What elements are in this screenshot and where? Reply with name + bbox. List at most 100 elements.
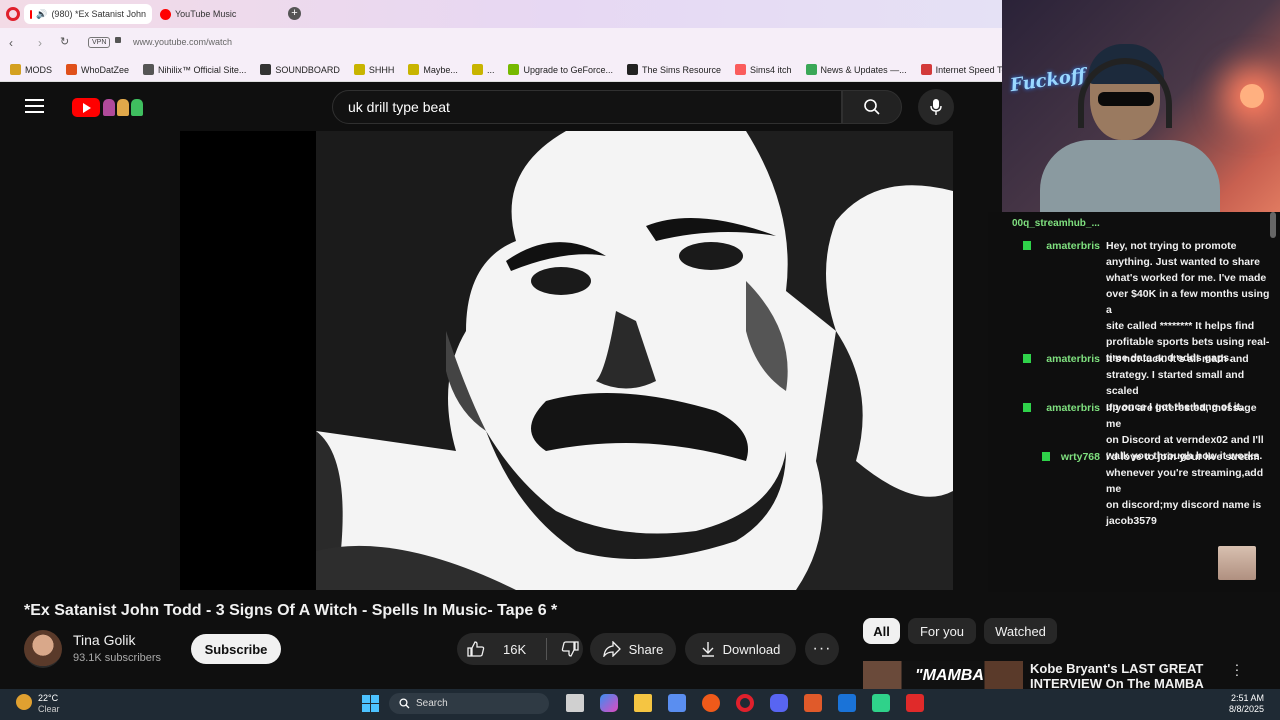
webcam-lamp (1240, 84, 1264, 108)
recorder-icon[interactable] (906, 694, 924, 712)
bookmark-favicon-icon (66, 64, 77, 75)
taskbar-app-icons (566, 694, 924, 712)
bookmark-item[interactable]: Nihilix™ Official Site... (143, 64, 246, 75)
youtube-icon (30, 9, 33, 19)
share-icon (602, 641, 621, 657)
chip-for-you[interactable]: For you (908, 618, 976, 644)
search-input[interactable]: uk drill type beat (332, 90, 842, 124)
hamburger-menu-icon[interactable] (25, 99, 44, 113)
bookmark-item[interactable]: Upgrade to GeForce... (508, 64, 613, 75)
bookmark-favicon-icon (10, 64, 21, 75)
speaker-icon[interactable]: 🔊 (36, 9, 47, 20)
vpn-badge[interactable]: VPN (88, 37, 111, 48)
search-button[interactable] (842, 90, 902, 124)
youtube-play-icon (72, 97, 100, 117)
bookmark-item[interactable]: WhoDatZee (66, 64, 129, 75)
chip-all[interactable]: All (863, 618, 900, 644)
webcam-overlay: Fuckoff (1002, 0, 1280, 212)
chat-message-text: i'd love to join your live stream wheneve… (1106, 451, 1264, 527)
like-dislike-group: 16K (457, 633, 583, 665)
chat-scrollbar[interactable] (1270, 212, 1276, 238)
video-frame-portrait[interactable] (316, 131, 953, 590)
chat-badge-icon (1023, 403, 1031, 412)
bookmark-favicon-icon (143, 64, 155, 75)
back-icon[interactable]: ‹ (9, 36, 13, 50)
weather-icon[interactable] (16, 694, 32, 710)
voice-search-button[interactable] (918, 89, 954, 125)
youtube-logo[interactable] (72, 97, 158, 117)
bookmark-label: ... (486, 64, 495, 75)
chat-username[interactable]: amaterbris (1037, 400, 1100, 416)
tab-youtube-video[interactable]: 🔊 (980) *Ex Satanist John (24, 4, 152, 24)
share-button[interactable]: Share (590, 633, 676, 665)
bookmark-item[interactable]: Maybe... (408, 64, 458, 75)
bookmark-item[interactable]: SOUNDBOARD (260, 64, 340, 75)
chat-badge-icon (1023, 354, 1031, 363)
stream-chat-panel: amaterbris Hey, not trying to promote anyt… (988, 212, 1280, 592)
taskbar-search-label: Search (416, 698, 448, 709)
system-clock-time[interactable]: 2:51 AM (1231, 693, 1264, 703)
like-count[interactable]: 16K (503, 642, 526, 657)
video-title: *Ex Satanist John Todd - 3 Signs Of A Wi… (24, 602, 558, 619)
weather-temp[interactable]: 22°C (38, 693, 58, 703)
thumbs-up-icon[interactable] (467, 641, 485, 657)
forward-icon[interactable]: › (38, 36, 42, 50)
address-bar-row: ‹ › ↻ VPN www.youtube.com/watch (0, 28, 1002, 58)
copilot-icon[interactable] (600, 694, 618, 712)
twitch-studio-icon[interactable] (872, 694, 890, 712)
chat-username[interactable]: amaterbris (1037, 238, 1100, 254)
office-icon[interactable] (804, 694, 822, 712)
opera-logo-icon[interactable] (6, 7, 20, 21)
brave-icon[interactable] (702, 694, 720, 712)
bookmark-label: Upgrade to GeForce... (523, 64, 613, 75)
opera-taskbar-icon[interactable] (736, 694, 754, 712)
microphone-icon (930, 99, 942, 115)
subscribe-button[interactable]: Subscribe (191, 634, 281, 664)
page-left-gutter (0, 131, 180, 590)
more-actions-button[interactable]: ··· (805, 633, 839, 665)
download-label: Download (722, 641, 781, 657)
chat-username[interactable]: wrty768 (1056, 449, 1100, 465)
channel-name[interactable]: Tina Golik (73, 632, 136, 648)
chat-badge-icon (1041, 452, 1050, 461)
start-windows-icon[interactable] (362, 695, 379, 712)
search-icon (864, 99, 880, 115)
weather-desc[interactable]: Clear (38, 704, 60, 714)
bookmark-favicon-icon (353, 64, 365, 75)
thumbs-down-icon[interactable] (561, 641, 579, 657)
task-view-icon[interactable] (566, 694, 584, 712)
bookmark-item[interactable]: MODS (10, 64, 52, 75)
system-clock-date[interactable]: 8/8/2025 (1229, 704, 1264, 714)
file-explorer-icon[interactable] (634, 694, 652, 712)
microsoft-store-icon[interactable] (668, 694, 686, 712)
bookmark-favicon-icon (508, 64, 520, 75)
bookmark-item[interactable]: The Sims Resource (627, 64, 721, 75)
outlook-icon[interactable] (838, 694, 856, 712)
chat-badge-icon (1023, 241, 1031, 250)
up-next-thumbnail[interactable]: "MAMBA (863, 661, 1023, 689)
bookmark-label: Internet Speed Test... (935, 64, 1002, 75)
bookmark-label: News & Updates —... (820, 64, 907, 75)
chip-watched[interactable]: Watched (984, 618, 1057, 644)
discord-icon[interactable] (770, 694, 788, 712)
bookmark-favicon-icon (627, 64, 638, 75)
bookmark-item[interactable]: SHHH (353, 64, 394, 75)
bookmark-item[interactable]: News & Updates —... (805, 64, 907, 75)
channel-avatar[interactable] (24, 630, 62, 668)
url-field[interactable]: www.youtube.com/watch (133, 37, 232, 47)
up-next-title[interactable]: Kobe Bryant's LAST GREAT INTERVIEW On Th… (1030, 661, 1210, 689)
reload-icon[interactable]: ↻ (60, 35, 69, 48)
bookmark-item[interactable]: Internet Speed Test... (920, 64, 1002, 75)
doodle-figures-icon (103, 98, 143, 116)
bookmarks-bar: MODS WhoDatZee Nihilix™ Official Site... SO… (0, 58, 1002, 82)
up-next-menu-icon[interactable]: · · · (1234, 657, 1240, 681)
new-tab-button[interactable]: + (288, 7, 301, 20)
bookmark-label: SOUNDBOARD (275, 64, 340, 75)
bookmark-item[interactable]: ... (471, 64, 495, 75)
chat-username[interactable]: amaterbris (1037, 351, 1100, 367)
taskbar-search[interactable]: Search (389, 693, 549, 714)
download-button[interactable]: Download (685, 633, 796, 665)
download-icon (701, 642, 714, 657)
bookmark-item[interactable]: Sims4 itch (735, 64, 792, 75)
tab-youtube-music[interactable]: YouTube Music (154, 4, 274, 24)
